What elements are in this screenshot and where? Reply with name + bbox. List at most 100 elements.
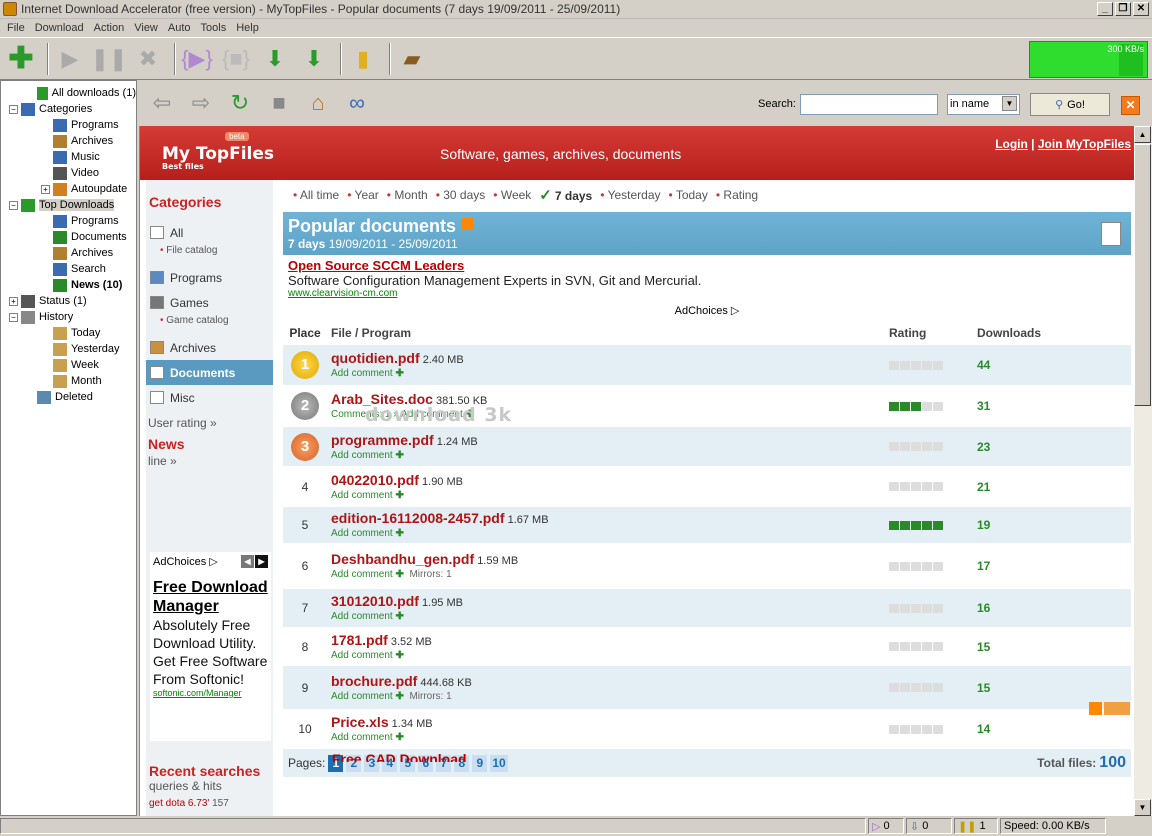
period-8[interactable]: Rating: [716, 188, 758, 202]
recent-search-item[interactable]: get dota 6.73' 157: [149, 798, 269, 809]
category-all[interactable]: All: [146, 220, 273, 245]
pause-button[interactable]: ❚❚: [91, 41, 128, 77]
category-documents[interactable]: Documents: [146, 360, 273, 385]
login-link[interactable]: Login: [995, 137, 1028, 151]
category-games[interactable]: Games: [146, 290, 273, 315]
menu-help[interactable]: Help: [231, 22, 264, 34]
wallet-button[interactable]: ▰: [395, 41, 429, 77]
menu-view[interactable]: View: [129, 22, 163, 34]
tree-item[interactable]: − Top Downloads: [1, 197, 136, 213]
download-button[interactable]: ⬇: [258, 41, 292, 77]
start-all-button[interactable]: {▶}: [180, 41, 214, 77]
sponsor-url[interactable]: www.clearvision-cm.com: [288, 288, 1131, 299]
tree-item[interactable]: News (10): [1, 277, 136, 293]
next-ad-title[interactable]: Free CAD Download: [332, 751, 467, 762]
search-scope-select[interactable]: in name ▼: [947, 94, 1020, 115]
period-7[interactable]: Today: [669, 188, 708, 202]
menu-action[interactable]: Action: [89, 22, 130, 34]
close-browser-button[interactable]: ✕: [1121, 96, 1140, 115]
tree-item[interactable]: Video: [1, 165, 136, 181]
expand-icon[interactable]: +: [41, 184, 50, 194]
page-link[interactable]: 10: [490, 754, 508, 772]
ad-next-button[interactable]: ▶: [255, 554, 268, 568]
expand-icon[interactable]: +: [9, 296, 18, 306]
site-manager-button[interactable]: ▮: [346, 41, 380, 77]
category-misc[interactable]: Misc: [146, 385, 273, 410]
tree-item[interactable]: Yesterday: [1, 341, 136, 357]
add-comment-link[interactable]: Add comment ✚: [331, 569, 404, 580]
game-catalog-link[interactable]: Game catalog: [146, 315, 273, 335]
tree-item[interactable]: All downloads (1): [1, 85, 136, 101]
add-comment-link[interactable]: Add comment ✚: [331, 650, 404, 661]
stop-button[interactable]: ■: [264, 88, 294, 118]
add-comment-link[interactable]: Add comment ✚: [331, 528, 404, 539]
category-programs[interactable]: Programs: [146, 265, 273, 290]
start-button[interactable]: ▶: [53, 41, 87, 77]
file-catalog-link[interactable]: File catalog: [146, 245, 273, 265]
binoculars-button[interactable]: ∞: [342, 88, 372, 118]
sponsor-title[interactable]: Open Source SCCM Leaders: [288, 258, 1131, 273]
period-5[interactable]: ✓ 7 days: [539, 186, 592, 204]
collapse-icon[interactable]: −: [9, 312, 18, 322]
scroll-thumb[interactable]: [1134, 144, 1151, 406]
category-archives[interactable]: Archives: [146, 335, 273, 360]
site-logo[interactable]: My TopFiles Best files: [162, 144, 274, 171]
tree-item[interactable]: + Status (1): [1, 293, 136, 309]
add-comment-link[interactable]: Add comment ✚: [331, 611, 404, 622]
ad-choices-link[interactable]: AdChoices ▷: [283, 304, 1131, 317]
period-2[interactable]: Month: [387, 188, 427, 202]
ad-title[interactable]: Free Download Manager: [150, 578, 271, 616]
scroll-down-button[interactable]: ▼: [1134, 799, 1151, 816]
tree-item[interactable]: Programs: [1, 213, 136, 229]
file-link[interactable]: Deshbandhu_gen.pdf: [331, 551, 474, 567]
collapse-icon[interactable]: −: [9, 200, 18, 210]
delete-button[interactable]: ✖: [131, 41, 165, 77]
add-comment-link[interactable]: Add comment ✚: [331, 450, 404, 461]
tree-item[interactable]: Week: [1, 357, 136, 373]
collapse-icon[interactable]: −: [9, 104, 18, 114]
period-0[interactable]: All time: [293, 188, 339, 202]
file-link[interactable]: 1781.pdf: [331, 632, 388, 648]
page-link[interactable]: 9: [472, 754, 488, 772]
tree-item[interactable]: Search: [1, 261, 136, 277]
ad-url[interactable]: softonic.com/Manager: [150, 688, 271, 698]
refresh-button[interactable]: ↻: [225, 88, 255, 118]
news-line-link[interactable]: line »: [146, 454, 273, 474]
minimize-button[interactable]: _: [1097, 2, 1113, 16]
search-input[interactable]: [800, 94, 938, 115]
back-button[interactable]: ⇦: [147, 88, 177, 118]
menu-file[interactable]: File: [2, 22, 30, 34]
menu-tools[interactable]: Tools: [196, 22, 232, 34]
file-link[interactable]: Price.xls: [331, 714, 389, 730]
tree-item[interactable]: Documents: [1, 229, 136, 245]
rss-badge-icon[interactable]: [1104, 702, 1130, 715]
ad-prev-button[interactable]: ◀: [241, 554, 254, 568]
rss-icon[interactable]: [1089, 702, 1102, 715]
period-3[interactable]: 30 days: [436, 188, 485, 202]
add-comment-link[interactable]: Add comment ✚: [331, 368, 404, 379]
file-link[interactable]: edition-16112008-2457.pdf: [331, 510, 505, 526]
join-link[interactable]: Join MyTopFiles: [1038, 137, 1131, 151]
add-comment-link[interactable]: Add comment ✚: [331, 691, 404, 702]
file-link[interactable]: 04022010.pdf: [331, 472, 419, 488]
period-6[interactable]: Yesterday: [600, 188, 661, 202]
menu-download[interactable]: Download: [30, 22, 89, 34]
close-window-button[interactable]: ✕: [1133, 2, 1149, 16]
rss-icon[interactable]: [461, 218, 474, 230]
forward-button[interactable]: ⇨: [186, 88, 216, 118]
tree-item[interactable]: Month: [1, 373, 136, 389]
web-scrollbar[interactable]: ▲ ▼: [1134, 126, 1152, 816]
go-button[interactable]: ⚲ Go!: [1030, 93, 1110, 116]
file-link[interactable]: 31012010.pdf: [331, 593, 419, 609]
tree-item[interactable]: − Categories: [1, 101, 136, 117]
menu-auto[interactable]: Auto: [163, 22, 196, 34]
period-4[interactable]: Week: [493, 188, 531, 202]
ad-choices-label[interactable]: AdChoices ▷: [153, 555, 218, 568]
tree-item[interactable]: + Autoupdate: [1, 181, 136, 197]
download-3-button[interactable]: ⬇: [297, 41, 331, 77]
period-1[interactable]: Year: [347, 188, 379, 202]
add-download-button[interactable]: ✚: [4, 41, 38, 77]
file-link[interactable]: quotidien.pdf: [331, 350, 420, 366]
file-link[interactable]: brochure.pdf: [331, 673, 417, 689]
restore-button[interactable]: ❐: [1115, 2, 1131, 16]
